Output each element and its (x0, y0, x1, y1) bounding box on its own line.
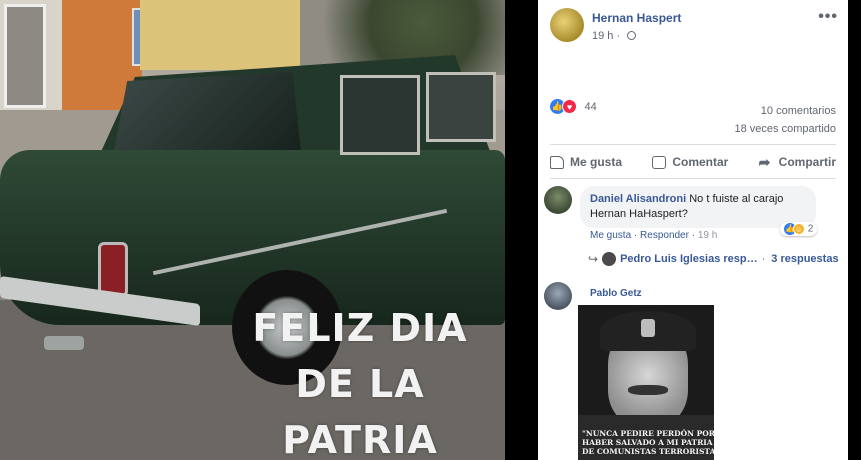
door (4, 4, 46, 108)
overlay-line: PATRIA (282, 418, 438, 460)
meme-cap-badge (641, 319, 655, 337)
meme-mustache (628, 385, 668, 395)
divider (550, 144, 836, 145)
meme-caption-line: DE COMUNISTAS TERRORISTAS (582, 447, 714, 456)
post-stats: 10 comentarios 18 veces compartido (735, 102, 837, 138)
commenter-name[interactable]: Daniel Alisandroni (590, 193, 686, 205)
comment-reply-link[interactable]: Responder (640, 230, 689, 241)
car-exhaust (44, 336, 84, 350)
like-button[interactable]: Me gusta (550, 150, 622, 174)
photo-overlay-text: FELIZ DIA DE LA PATRIA (240, 300, 480, 460)
comment-text: Hernan HaHaspert? (590, 208, 688, 220)
comment-icon (652, 155, 667, 169)
author-avatar[interactable] (550, 8, 584, 42)
meme-caption: "NUNCA PEDIRE PERDÓN POR HABER SALVADO A… (582, 429, 714, 456)
globe-icon (627, 31, 637, 40)
love-reaction-icon: ♥ (562, 99, 577, 115)
commenter-name[interactable]: Pablo Getz (590, 288, 642, 299)
comment-actions: Me gusta · Responder · 19 h (590, 230, 717, 241)
haha-reaction-icon: ☺ (793, 223, 805, 235)
replies-link[interactable]: ↪ Pedro Luis Iglesias resp… · 3 respuest… (588, 252, 839, 266)
overlay-line: DE LA (295, 362, 425, 406)
author-name[interactable]: Hernan Haspert (592, 11, 681, 25)
like-button-label: Me gusta (570, 155, 623, 169)
comment-button-label: Comentar (672, 155, 729, 169)
separator: · (761, 253, 766, 265)
replies-count: 3 respuestas (771, 253, 839, 265)
replier-avatar (602, 252, 617, 266)
post-card: Hernan Haspert 19 h · ••• 👍 ♥ 44 10 comen… (538, 0, 848, 460)
commenter-avatar[interactable] (544, 186, 572, 214)
car-rear-window (112, 72, 302, 162)
car-side-window (340, 75, 420, 155)
overlay-line: FELIZ DIA (252, 306, 468, 350)
comment-bubble: Daniel Alisandroni No t fuiste al carajo… (580, 186, 816, 228)
share-icon: ➦ (758, 153, 771, 170)
share-button-label: Compartir (778, 155, 836, 169)
meme-caption-line: HABER SALVADO A MI PATRIA (582, 438, 713, 447)
car-taillight (98, 242, 128, 297)
comment-like-link[interactable]: Me gusta (590, 230, 631, 241)
post-sidebar: Hernan Haspert 19 h · ••• 👍 ♥ 44 10 comen… (505, 0, 861, 460)
comment-image[interactable]: "NUNCA PEDIRE PERDÓN POR HABER SALVADO A… (578, 305, 714, 460)
comment-button[interactable]: Comentar (652, 150, 728, 174)
post-time[interactable]: 19 h (592, 30, 613, 42)
separator: · (616, 30, 624, 42)
reply-arrow-icon: ↪ (588, 252, 599, 266)
building-yellow (140, 0, 386, 70)
comment-text: No t fuiste al carajo (689, 193, 784, 205)
divider (550, 178, 836, 179)
comment-reactions[interactable]: 👍☺ 2 (780, 222, 818, 236)
commenter-avatar[interactable] (544, 282, 572, 310)
more-options-icon[interactable]: ••• (818, 8, 838, 26)
comment: Daniel Alisandroni No t fuiste al carajo… (544, 186, 844, 246)
shares-count[interactable]: 18 veces compartido (735, 120, 837, 138)
comments-count[interactable]: 10 comentarios (735, 102, 836, 120)
comment-reaction-count: 2 (807, 223, 814, 235)
meme-caption-line: "NUNCA PEDIRE PERDÓN POR (582, 429, 714, 438)
reaction-count: 44 (584, 100, 597, 113)
post-actions: Me gusta Comentar ➦ Compartir (550, 150, 836, 174)
thumbs-up-icon (550, 155, 564, 169)
post-photo[interactable]: FELIZ DIA DE LA PATRIA (0, 0, 505, 460)
replier-name: Pedro Luis Iglesias resp… (620, 253, 758, 265)
car-side-window (426, 72, 496, 142)
comment-time[interactable]: 19 h (698, 230, 717, 241)
reaction-summary[interactable]: 👍 ♥ 44 (550, 98, 597, 118)
post-meta: 19 h · (592, 30, 637, 42)
share-button[interactable]: ➦ Compartir (759, 150, 836, 174)
post-header: Hernan Haspert 19 h · ••• (550, 8, 840, 48)
building-left (0, 0, 70, 115)
